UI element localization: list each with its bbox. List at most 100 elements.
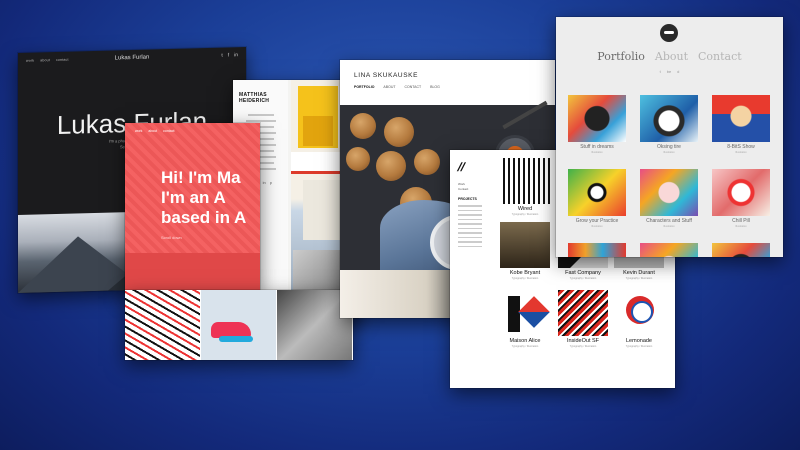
menu-item[interactable] — [247, 114, 274, 116]
portfolio-tile-image — [640, 169, 698, 216]
cookie-shape — [350, 113, 376, 139]
lukas-brand[interactable]: Lukas Furlan — [18, 52, 246, 64]
project-tile-label: Wired — [517, 206, 533, 212]
twitter-icon[interactable]: t — [660, 69, 661, 74]
twitter-icon[interactable]: t — [221, 53, 222, 59]
portfolio-tile-image — [712, 243, 770, 257]
project-grid-section-label: PROJECTS — [458, 197, 477, 201]
sneaker-thumbnail[interactable] — [201, 290, 277, 360]
project-grid-nav-contact[interactable]: Contact — [458, 187, 490, 192]
project-list-item[interactable] — [458, 214, 482, 216]
cookie-shape — [414, 149, 440, 175]
project-tile-image — [500, 158, 550, 204]
portfolio-tile-sub: Illustration — [591, 225, 603, 228]
facebook-icon[interactable]: f — [228, 52, 229, 58]
menu-item[interactable] — [245, 120, 276, 122]
lina-nav-contact[interactable]: CONTACT — [404, 85, 421, 89]
project-tile-lemonade[interactable]: Lemonade Typography / Illustration — [614, 290, 664, 348]
slash-logo[interactable]: // — [456, 160, 493, 174]
portfolio-tile[interactable] — [712, 243, 770, 257]
portfolio-tile-caption: Chill Pill — [732, 218, 750, 224]
project-tile-kobe[interactable]: Kobe Bryant Typography / Illustration — [500, 222, 550, 280]
portfolio-nav-about[interactable]: About — [655, 50, 688, 63]
project-list-item[interactable] — [458, 232, 482, 234]
portfolio-tile[interactable]: Oksing tire Illustration — [640, 95, 698, 154]
portfolio-tile-image — [568, 243, 626, 257]
project-list-item[interactable] — [458, 227, 482, 229]
project-grid-sidebar: // Work Contact PROJECTS — [450, 150, 498, 388]
portfolio-nav-contact[interactable]: Contact — [698, 50, 742, 63]
coral-nav: work about contact — [135, 129, 174, 133]
portfolio-tile[interactable]: 8-BitS Show Illustration — [712, 95, 770, 154]
lina-title[interactable]: LINA SKUKAUSKE — [354, 72, 541, 79]
coral-greeting-line: based in A — [161, 208, 247, 227]
dribbble-icon[interactable]: d — [677, 69, 679, 74]
coral-scroll-hint: Scroll down — [161, 235, 182, 240]
project-tile-sub: Typography / Illustration — [511, 213, 539, 216]
cookie-shape — [384, 117, 414, 147]
coral-intro-site-card: work about contact Hi! I'm Ma I'm an A b… — [125, 123, 260, 293]
portfolio-tile-sub: Illustration — [591, 151, 603, 154]
project-tile-image — [558, 290, 608, 336]
portfolio-tile[interactable] — [568, 243, 626, 257]
project-tile-insideout-sf[interactable]: InsideOut SF Typography / Illustration — [558, 290, 608, 348]
portfolio-tile[interactable] — [640, 243, 698, 257]
lina-nav-blog[interactable]: BLOG — [430, 85, 440, 89]
portfolio-social-icons: t be d — [556, 69, 783, 74]
pinterest-icon[interactable]: p — [270, 180, 272, 185]
project-tile-sub: Typography / Illustration — [511, 277, 539, 280]
project-list-item[interactable] — [458, 223, 482, 225]
lina-nav: PORTFOLIO ABOUT CONTACT BLOG — [354, 85, 541, 89]
project-list-item[interactable] — [458, 236, 482, 238]
project-tile-typography[interactable] — [614, 358, 664, 388]
project-tile-sub: Typography / Illustration — [625, 277, 653, 280]
linkedin-icon[interactable]: in — [234, 52, 238, 58]
portfolio-tile[interactable]: Characters and Stuff Illustration — [640, 169, 698, 228]
portfolio-tile-image — [712, 169, 770, 216]
project-tile-typography[interactable] — [558, 358, 608, 388]
portfolio-nav-portfolio[interactable]: Portfolio — [597, 50, 645, 63]
project-tile-image — [500, 222, 550, 268]
thumbnail-strip-card — [125, 290, 353, 360]
project-tile-label: InsideOut SF — [566, 338, 600, 344]
coral-nav-contact[interactable]: contact — [163, 129, 174, 133]
behance-icon[interactable]: be — [667, 69, 671, 74]
coral-nav-work[interactable]: work — [135, 129, 142, 133]
project-tile-image — [558, 358, 608, 388]
project-list-item[interactable] — [458, 218, 482, 220]
project-tile-sub: Typography / Illustration — [625, 345, 653, 348]
coral-nav-about[interactable]: about — [148, 129, 157, 133]
linkedin-icon[interactable]: in — [263, 180, 266, 185]
project-list-item[interactable] — [458, 209, 482, 211]
coral-strap-shape — [125, 253, 260, 293]
portfolio-tile-sub: Illustration — [663, 225, 675, 228]
project-tile-label: Maison Alice — [509, 338, 541, 344]
project-grid-nav: Work Contact PROJECTS — [458, 182, 490, 202]
avatar[interactable] — [660, 24, 678, 42]
coral-greeting: Hi! I'm Ma I'm an A based in A — [161, 168, 260, 228]
project-tile-typography[interactable] — [500, 358, 550, 388]
project-list-item[interactable] — [458, 245, 482, 247]
portfolio-tile[interactable]: Grow your Practice Illustration — [568, 169, 626, 228]
cookie-shape — [346, 147, 370, 171]
project-tile-image — [500, 290, 550, 336]
portfolio-tile[interactable]: Stuff in dreams Illustration — [568, 95, 626, 154]
project-tile-maison-alice[interactable]: Maison Alice Typography / Illustration — [500, 290, 550, 348]
project-tile-wired[interactable]: Wired Typography / Illustration — [500, 158, 550, 216]
lina-nav-about[interactable]: ABOUT — [383, 85, 395, 89]
project-tile-label: Lemonade — [626, 338, 652, 344]
portfolio-tile-caption: Stuff in dreams — [580, 144, 614, 150]
yellow-block-shape — [303, 116, 333, 146]
project-list — [458, 205, 490, 247]
portfolio-tile-sub: Illustration — [735, 225, 747, 228]
pattern-thumbnail[interactable] — [125, 290, 201, 360]
coral-greeting-line: I'm an A — [161, 188, 226, 207]
project-list-item[interactable] — [458, 241, 482, 243]
lina-nav-portfolio[interactable]: PORTFOLIO — [354, 85, 374, 89]
project-tile-sub: Typography / Illustration — [569, 345, 597, 348]
project-tile-image — [614, 358, 664, 388]
project-list-item[interactable] — [458, 205, 482, 207]
matthias-logo[interactable]: MATTHIAS HEIDERICH — [239, 92, 282, 104]
portfolio-tile-sub: Illustration — [735, 151, 747, 154]
portfolio-tile[interactable]: Chill Pill Illustration — [712, 169, 770, 228]
